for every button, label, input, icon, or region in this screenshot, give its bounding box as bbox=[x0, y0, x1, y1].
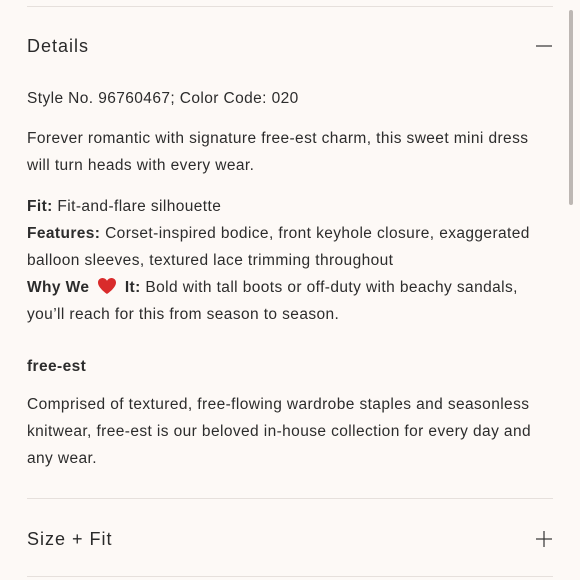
minus-icon[interactable] bbox=[535, 37, 553, 55]
details-accordion-header[interactable]: Details bbox=[27, 31, 553, 61]
features-label: Features: bbox=[27, 225, 101, 242]
style-number-line: Style No. 96760467; Color Code: 020 bbox=[27, 85, 557, 112]
fit-value: Fit-and-flare silhouette bbox=[52, 198, 222, 215]
style-number-text: Style No. 96760467; Color Code: 020 bbox=[27, 90, 299, 107]
scrollbar-thumb[interactable] bbox=[569, 10, 573, 205]
fit-label: Fit: bbox=[27, 198, 53, 215]
fit-line: Fit: Fit-and-flare silhouette bbox=[27, 193, 557, 220]
brand-section-heading: free-est bbox=[27, 353, 557, 380]
top-divider bbox=[27, 6, 553, 7]
size-fit-title: Size + Fit bbox=[27, 528, 113, 549]
product-intro: Forever romantic with signature free-est… bbox=[27, 125, 537, 179]
product-attributes: Fit: Fit-and-flare silhouette Features: … bbox=[27, 193, 557, 328]
why-label-start: Why We bbox=[27, 279, 90, 296]
why-label-end: It: bbox=[124, 279, 141, 296]
plus-icon[interactable] bbox=[535, 530, 553, 548]
brand-text: Comprised of textured, free-flowing ward… bbox=[27, 396, 531, 467]
intro-text: Forever romantic with signature free-est… bbox=[27, 130, 529, 174]
features-value: Corset-inspired bodice, front keyhole cl… bbox=[27, 225, 530, 269]
brand-description: Comprised of textured, free-flowing ward… bbox=[27, 391, 557, 472]
size-fit-accordion-header[interactable]: Size + Fit bbox=[27, 524, 553, 554]
red-heart-icon bbox=[98, 278, 117, 294]
bottom-divider bbox=[27, 576, 553, 577]
features-line: Features: Corset-inspired bodice, front … bbox=[27, 220, 557, 274]
middle-divider bbox=[27, 498, 553, 499]
brand-heading: free-est bbox=[27, 358, 87, 375]
details-title: Details bbox=[27, 35, 90, 56]
why-we-love-it-line: Why We It: Bold with tall boots or off-d… bbox=[27, 274, 557, 328]
